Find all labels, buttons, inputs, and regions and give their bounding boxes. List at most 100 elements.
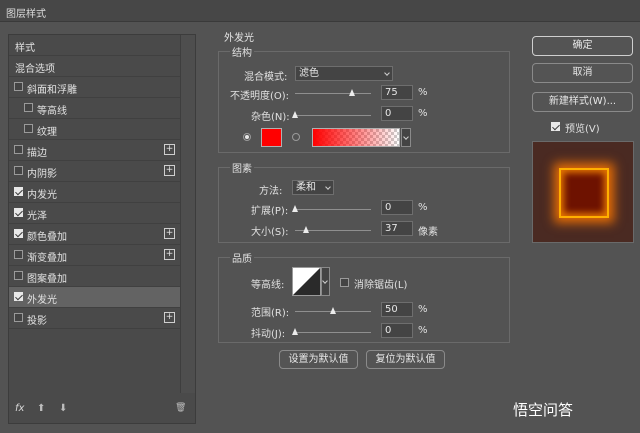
style-list-label: 投影: [27, 316, 47, 327]
style-list-item[interactable]: 纹理: [9, 119, 180, 140]
noise-slider[interactable]: [292, 111, 371, 118]
spread-label: 扩展(P):: [251, 206, 289, 217]
opacity-slider[interactable]: [295, 89, 371, 96]
structure-title: 结构: [230, 44, 254, 59]
size-slider[interactable]: [295, 226, 371, 233]
add-effect-icon[interactable]: +: [164, 228, 175, 239]
style-list-item[interactable]: 内阴影 +: [9, 161, 180, 182]
add-effect-icon[interactable]: +: [164, 144, 175, 155]
preview-checkbox[interactable]: [551, 122, 560, 131]
style-list-item[interactable]: 图案叠加: [9, 266, 180, 287]
spread-input[interactable]: 0: [381, 200, 413, 215]
style-list-label: 颜色叠加: [27, 232, 67, 243]
style-list-checkbox[interactable]: [14, 271, 23, 280]
style-list-label: 样式: [15, 43, 35, 54]
jitter-label: 抖动(J):: [251, 329, 286, 340]
style-list-checkbox[interactable]: [14, 166, 23, 175]
opacity-unit: %: [418, 87, 428, 98]
contour-label: 等高线:: [251, 280, 285, 291]
size-label: 大小(S):: [251, 227, 289, 238]
size-input[interactable]: 37: [381, 221, 413, 236]
style-list-item[interactable]: 光泽: [9, 203, 180, 224]
window-title: 图层样式: [6, 9, 46, 20]
range-slider[interactable]: [295, 307, 371, 314]
style-list-item[interactable]: 斜面和浮雕: [9, 77, 180, 98]
chevron-down-icon: [325, 184, 331, 190]
style-list-label: 内阴影: [27, 169, 57, 180]
gradient-preview[interactable]: [312, 128, 400, 147]
watermark-text: 悟空问答: [513, 401, 574, 419]
style-list-label: 图案叠加: [27, 274, 67, 285]
range-input[interactable]: 50: [381, 302, 413, 317]
opacity-slider-thumb[interactable]: [349, 89, 355, 96]
fx-button[interactable]: fx: [15, 403, 24, 414]
style-list-checkbox[interactable]: [14, 145, 23, 154]
title-bar: 图层样式: [0, 0, 640, 22]
cancel-button[interactable]: 取消: [532, 63, 633, 83]
jitter-unit: %: [418, 325, 428, 336]
add-effect-icon[interactable]: +: [164, 249, 175, 260]
move-up-icon[interactable]: ⬆: [37, 403, 45, 414]
spread-unit: %: [418, 202, 428, 213]
gradient-dropdown[interactable]: [401, 128, 411, 147]
solid-color-radio[interactable]: [243, 133, 251, 141]
style-list-label: 描边: [27, 148, 47, 159]
style-list-item[interactable]: 内发光: [9, 182, 180, 203]
noise-input[interactable]: 0: [381, 106, 413, 121]
opacity-label: 不透明度(O):: [230, 91, 290, 102]
style-list-checkbox[interactable]: [14, 292, 23, 301]
jitter-input[interactable]: 0: [381, 323, 413, 338]
gradient-radio[interactable]: [292, 133, 300, 141]
add-effect-icon[interactable]: +: [164, 165, 175, 176]
glow-color-swatch[interactable]: [261, 128, 282, 147]
spread-slider[interactable]: [292, 205, 371, 212]
chevron-down-icon: [403, 134, 409, 140]
style-list-item[interactable]: 等高线: [9, 98, 180, 119]
style-list-item[interactable]: 外发光: [9, 287, 180, 308]
jitter-slider-thumb[interactable]: [292, 328, 298, 335]
style-list-item[interactable]: 渐变叠加 +: [9, 245, 180, 266]
style-list-item[interactable]: 描边 +: [9, 140, 180, 161]
chevron-down-icon: [322, 278, 328, 284]
blend-mode-value: 滤色: [299, 68, 319, 79]
blend-mode-select[interactable]: 滤色: [295, 66, 393, 81]
noise-unit: %: [418, 108, 428, 119]
style-list-checkbox[interactable]: [14, 313, 23, 322]
contour-preview[interactable]: [292, 267, 321, 296]
chevron-down-icon: [384, 70, 390, 76]
blend-mode-label: 混合模式:: [244, 72, 288, 83]
style-list-checkbox[interactable]: [24, 103, 33, 112]
style-list-item[interactable]: 样式: [9, 35, 180, 56]
trash-icon[interactable]: 🗑: [175, 403, 186, 413]
style-list-checkbox[interactable]: [14, 250, 23, 259]
range-slider-thumb[interactable]: [330, 307, 336, 314]
antialias-checkbox[interactable]: [340, 278, 349, 287]
style-list-scrollbar[interactable]: [180, 35, 195, 393]
style-list-checkbox[interactable]: [14, 82, 23, 91]
opacity-input[interactable]: 75: [381, 85, 413, 100]
style-list-checkbox[interactable]: [14, 187, 23, 196]
noise-slider-thumb[interactable]: [292, 111, 298, 118]
style-list-checkbox[interactable]: [14, 208, 23, 217]
style-list-item[interactable]: 混合选项: [9, 56, 180, 77]
jitter-slider[interactable]: [292, 328, 371, 335]
move-down-icon[interactable]: ⬇: [59, 403, 67, 414]
style-list-checkbox[interactable]: [24, 124, 33, 133]
method-label: 方法:: [259, 186, 283, 197]
method-select[interactable]: 柔和: [292, 180, 334, 195]
size-slider-thumb[interactable]: [303, 226, 310, 233]
new-style-button[interactable]: 新建样式(W)...: [532, 92, 633, 112]
style-list-item[interactable]: 投影 +: [9, 308, 180, 329]
style-list: 样式 混合选项 斜面和浮雕 等高线 纹理 描边 + 内阴影 + 内发光 光泽 颜色叠加 + 渐变叠加 + 图案…: [9, 35, 180, 393]
style-list-checkbox[interactable]: [14, 229, 23, 238]
reset-default-button[interactable]: 复位为默认值: [366, 350, 445, 369]
spread-slider-thumb[interactable]: [292, 205, 298, 212]
size-unit: 像素: [418, 227, 438, 238]
make-default-button[interactable]: 设置为默认值: [279, 350, 358, 369]
style-list-label: 等高线: [37, 106, 67, 117]
antialias-label: 消除锯齿(L): [354, 280, 408, 291]
add-effect-icon[interactable]: +: [164, 312, 175, 323]
ok-button[interactable]: 确定: [532, 36, 633, 56]
style-list-item[interactable]: 颜色叠加 +: [9, 224, 180, 245]
contour-dropdown[interactable]: [321, 267, 330, 296]
